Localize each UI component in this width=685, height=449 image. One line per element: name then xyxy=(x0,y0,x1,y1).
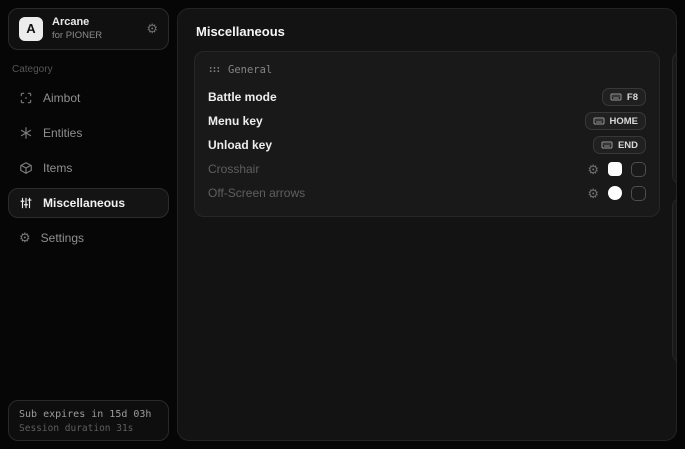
offscreen-arrows-checkbox[interactable] xyxy=(631,185,646,201)
app-subtitle: for PIONER xyxy=(52,29,103,41)
keyboard-icon xyxy=(593,117,604,125)
keybind-value: END xyxy=(617,139,638,151)
app-name: Arcane xyxy=(52,16,90,28)
sidebar-nav: Aimbot Entities Items Miscellaneous ⚙ Se… xyxy=(8,83,169,258)
crosshair-settings-gear-icon[interactable]: ⚙ xyxy=(587,163,599,176)
setting-label: Crosshair xyxy=(208,162,260,176)
gear-icon: ⚙ xyxy=(19,230,31,246)
sidebar-item-miscellaneous[interactable]: Miscellaneous xyxy=(8,187,169,218)
crosshair-color-swatch[interactable] xyxy=(608,162,622,176)
setting-label: Menu key xyxy=(208,114,263,128)
offscreen-arrows-row: Off-Screen arrows ⚙ xyxy=(208,181,646,205)
setting-label: Battle mode xyxy=(208,90,277,104)
offscreen-arrows-settings-gear-icon[interactable]: ⚙ xyxy=(587,187,599,200)
battle-mode-keybind-button[interactable]: F8 xyxy=(601,88,646,106)
sidebar-item-label: Items xyxy=(43,160,73,175)
card-title: General xyxy=(228,63,273,76)
keybind-value: F8 xyxy=(626,91,638,103)
sidebar: A Arcane for PIONER ⚙ Category Aimbot En… xyxy=(0,0,177,449)
cube-icon xyxy=(20,161,32,174)
exploits-card: Exploits No Recoil No Sway Disable camer… xyxy=(672,197,676,363)
scan-icon xyxy=(20,92,32,103)
category-label: Category xyxy=(12,63,53,75)
session-duration-text: Session duration 31s xyxy=(19,423,134,434)
page-title: Miscellaneous xyxy=(196,24,285,39)
crosshair-checkbox[interactable] xyxy=(631,161,646,177)
sidebar-item-label: Miscellaneous xyxy=(43,195,126,210)
sidebar-item-settings[interactable]: ⚙ Settings xyxy=(8,223,169,253)
spark-icon xyxy=(20,126,32,139)
sliders-icon xyxy=(20,197,32,208)
setting-label: Unload key xyxy=(208,138,273,152)
general-card: General Battle mode F8 Menu key HOME Unl… xyxy=(194,51,660,217)
sidebar-item-label: Settings xyxy=(40,230,85,245)
keyboard-icon xyxy=(610,93,622,101)
main-panel: Miscellaneous General Battle mode F8 Men… xyxy=(177,8,677,441)
keybind-value: HOME xyxy=(609,115,639,127)
sidebar-item-label: Aimbot xyxy=(43,90,81,105)
sidebar-item-label: Entities xyxy=(43,125,83,140)
dot-grid-icon xyxy=(209,67,220,72)
sidebar-item-aimbot[interactable]: Aimbot xyxy=(8,83,169,113)
sub-expires-text: Sub expires in 15d 03h xyxy=(19,409,152,420)
setting-label: Off-Screen arrows xyxy=(208,186,306,200)
subscription-info: Sub expires in 15d 03h Session duration … xyxy=(8,400,169,441)
app-window: A Arcane for PIONER ⚙ Category Aimbot En… xyxy=(0,0,685,449)
app-logo: A xyxy=(19,16,43,41)
unload-key-keybind-button[interactable]: END xyxy=(592,136,646,154)
brand-settings-gear-icon[interactable]: ⚙ xyxy=(146,22,158,35)
sidebar-item-entities[interactable]: Entities xyxy=(8,118,169,148)
unload-key-row: Unload key END xyxy=(208,133,646,157)
battle-mode-row: Battle mode F8 xyxy=(208,85,646,109)
sidebar-item-items[interactable]: Items xyxy=(8,153,169,183)
app-logo-letter: A xyxy=(26,21,36,37)
crosshair-row: Crosshair ⚙ xyxy=(208,157,646,181)
menu-key-keybind-button[interactable]: HOME xyxy=(584,112,646,130)
keyboard-icon xyxy=(601,141,613,149)
display-card: Display DPI scale 100% VSync xyxy=(672,51,676,185)
menu-key-row: Menu key HOME xyxy=(208,109,646,133)
brand-card: A Arcane for PIONER ⚙ xyxy=(8,8,169,50)
offscreen-arrows-color-swatch[interactable] xyxy=(608,186,622,200)
